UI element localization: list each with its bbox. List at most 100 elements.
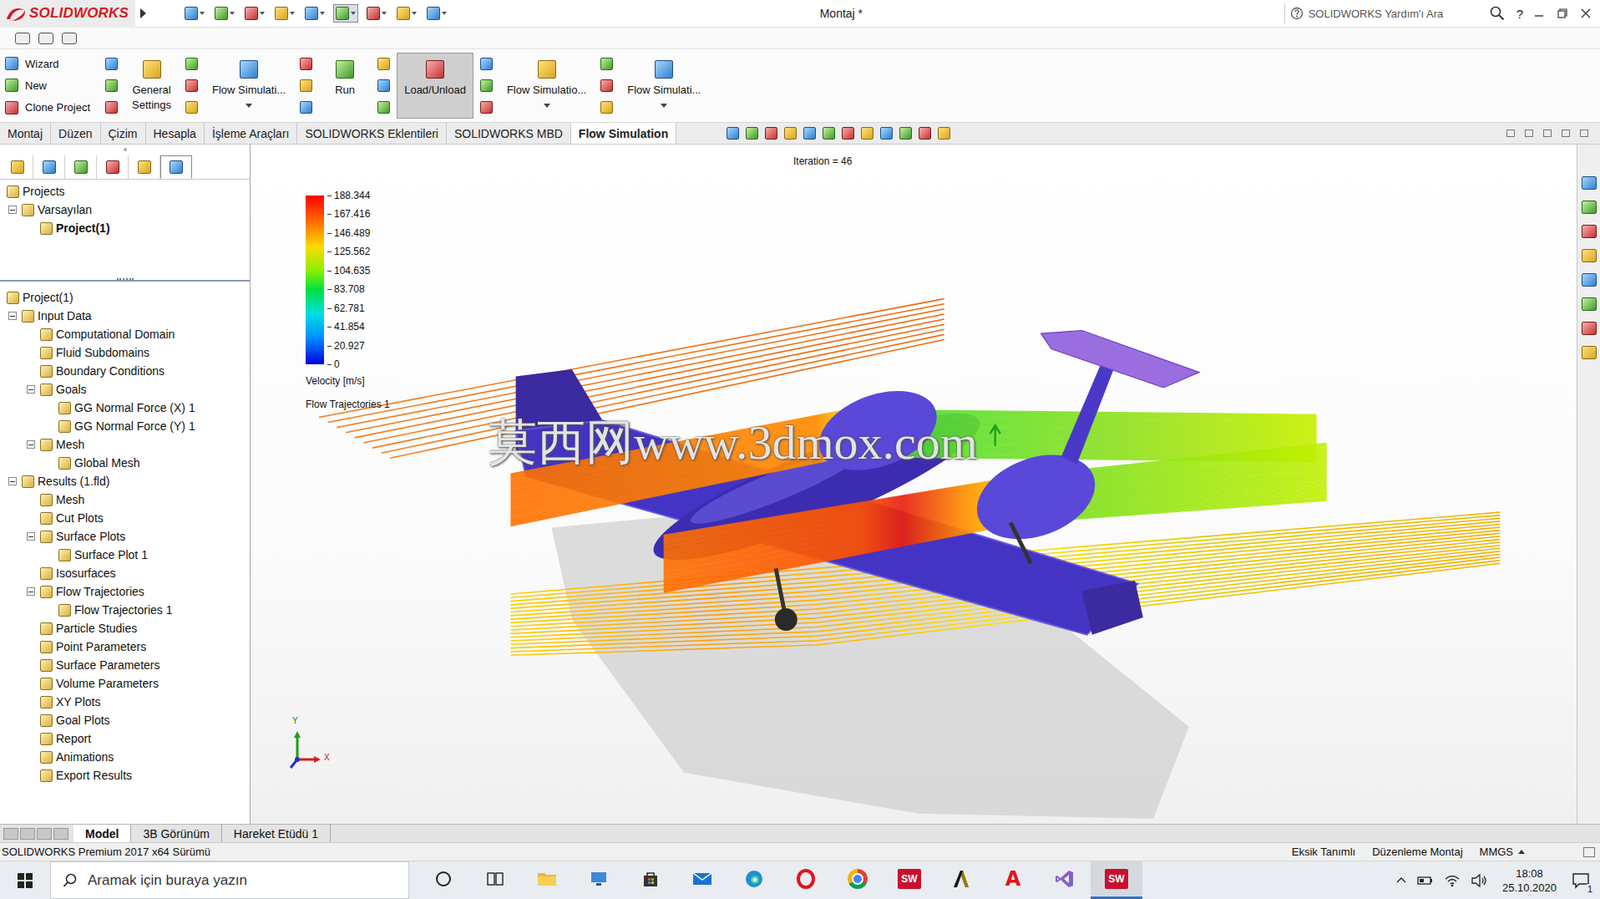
panel-tab[interactable] xyxy=(128,155,161,179)
wifi-icon[interactable] xyxy=(1443,873,1461,887)
ribbon-small-button[interactable]: New xyxy=(5,78,91,92)
tree-item[interactable]: GG Normal Force (Y) 1 xyxy=(0,416,250,436)
tree-item[interactable]: Global Mesh xyxy=(0,453,250,472)
tray-expand-icon[interactable] xyxy=(1395,874,1408,887)
taskbar-app[interactable]: SW xyxy=(883,860,936,899)
status-item[interactable]: Düzenleme Montaj xyxy=(1372,845,1463,858)
dropdown-icon[interactable] xyxy=(245,103,253,108)
quick-tool-button[interactable] xyxy=(425,5,449,22)
view-tool-icon[interactable] xyxy=(918,126,932,140)
tree-item[interactable]: Animations xyxy=(0,747,250,766)
taskbar-app[interactable]: SW xyxy=(1090,860,1143,899)
view-tool-icon[interactable] xyxy=(841,126,855,140)
tree-item[interactable]: Project(1) xyxy=(0,218,250,238)
dropdown-icon[interactable] xyxy=(543,103,551,108)
tree-item[interactable]: Goals xyxy=(0,379,250,399)
ribbon-button[interactable]: Flow Simulati... xyxy=(204,52,294,119)
expand-icon[interactable] xyxy=(26,587,36,596)
quick-tool-button[interactable] xyxy=(212,5,237,22)
ribbon-small-button[interactable]: Clone Project xyxy=(5,101,91,115)
command-icon[interactable] xyxy=(377,79,390,92)
expand-icon[interactable] xyxy=(8,476,17,486)
tab[interactable]: Montaj xyxy=(0,122,51,144)
view-tool-icon[interactable] xyxy=(937,126,951,140)
panel-tab[interactable] xyxy=(160,155,193,179)
panel-tab[interactable] xyxy=(96,155,129,179)
expand-icon[interactable] xyxy=(8,205,17,214)
tree-item[interactable]: Particle Studies xyxy=(0,618,250,638)
tree-item[interactable]: Export Results xyxy=(0,765,250,785)
tab[interactable]: SOLIDWORKS MBD xyxy=(446,122,572,144)
ribbon-button[interactable]: Run xyxy=(318,52,371,119)
task-pane-icon[interactable] xyxy=(1581,200,1597,214)
model-tab[interactable]: 3B Görünüm xyxy=(131,824,222,842)
tab-scroll-icon[interactable] xyxy=(20,827,36,840)
document-control-icon[interactable] xyxy=(1579,129,1589,137)
view-tool-icon[interactable] xyxy=(764,126,778,140)
tree-item[interactable]: Cut Plots xyxy=(0,508,250,527)
taskbar-search[interactable]: Aramak için buraya yazın xyxy=(50,860,410,899)
tree-item[interactable]: Fluid Subdomains xyxy=(0,343,250,362)
tree-splitter[interactable] xyxy=(0,279,250,287)
view-tool-icon[interactable] xyxy=(880,126,893,140)
tab[interactable]: Çizim xyxy=(101,122,147,144)
model-tab[interactable]: Model xyxy=(73,824,132,842)
view-tool-icon[interactable] xyxy=(860,126,874,140)
tab[interactable]: Düzen xyxy=(50,122,101,144)
tree-item[interactable]: Results (1.fld) xyxy=(0,471,250,491)
taskbar-app[interactable] xyxy=(831,860,884,899)
command-icon[interactable] xyxy=(105,101,118,114)
taskbar-app[interactable] xyxy=(624,860,677,899)
command-icon[interactable] xyxy=(185,101,198,114)
taskbar-app[interactable] xyxy=(935,860,988,899)
status-item[interactable]: Eksik Tanımlı xyxy=(1291,845,1356,858)
command-icon[interactable] xyxy=(299,79,313,92)
tree-item[interactable]: Varsayılan xyxy=(0,200,250,219)
tree-item[interactable]: Surface Plot 1 xyxy=(0,545,250,564)
tree-item[interactable]: Point Parameters xyxy=(0,637,250,656)
panel-tab[interactable] xyxy=(65,155,97,179)
tree-item[interactable]: Report xyxy=(0,729,250,748)
ribbon-button[interactable]: Flow Simulati... xyxy=(619,52,709,119)
tree-item[interactable]: Surface Plots xyxy=(0,526,250,546)
tab-scroll-icon[interactable] xyxy=(53,827,69,840)
tree-item[interactable]: Volume Parameters xyxy=(0,673,250,693)
taskbar-app[interactable] xyxy=(728,860,780,899)
expand-icon[interactable] xyxy=(26,531,36,541)
restore-icon[interactable] xyxy=(1556,7,1569,20)
view-tool-icon[interactable] xyxy=(784,126,797,140)
camera-icon[interactable] xyxy=(15,32,31,45)
search-icon[interactable] xyxy=(1489,5,1505,21)
ribbon-small-button[interactable]: Wizard xyxy=(5,56,91,71)
taskbar-app[interactable] xyxy=(676,860,729,899)
windows-start-icon[interactable] xyxy=(16,871,34,889)
command-icon[interactable] xyxy=(185,79,198,92)
tree-item[interactable]: Projects xyxy=(0,182,250,201)
tree-item[interactable]: GG Normal Force (X) 1 xyxy=(0,398,250,417)
quick-tool-button[interactable] xyxy=(243,5,267,22)
panel-tab[interactable] xyxy=(1,155,34,179)
app-logo[interactable]: SOLIDWORKS xyxy=(0,0,136,28)
tree-item[interactable]: Flow Trajectories 1 xyxy=(0,600,250,619)
command-icon[interactable] xyxy=(600,79,613,92)
taskbar-app[interactable] xyxy=(779,860,832,899)
view-tool-icon[interactable] xyxy=(745,126,759,140)
command-icon[interactable] xyxy=(600,101,613,114)
document-control-icon[interactable] xyxy=(1561,129,1570,137)
tree-item[interactable]: Surface Parameters xyxy=(0,655,250,674)
view-tool-icon[interactable] xyxy=(803,126,816,140)
minimize-icon[interactable] xyxy=(1533,7,1545,20)
tab[interactable]: Flow Simulation xyxy=(571,122,677,144)
tree-item[interactable]: Input Data xyxy=(0,306,250,325)
command-icon[interactable] xyxy=(600,57,613,71)
ribbon-button[interactable]: GeneralSettings xyxy=(124,52,179,119)
tab-scroll-icon[interactable] xyxy=(3,827,19,840)
command-icon[interactable] xyxy=(377,101,390,114)
tree-item[interactable]: Mesh xyxy=(0,435,250,454)
help-button[interactable]: ? xyxy=(1516,6,1524,21)
help-search[interactable]: SOLIDWORKS Yardım'ı Ara xyxy=(1284,3,1510,24)
quick-tool-button[interactable] xyxy=(333,4,359,23)
battery-icon[interactable] xyxy=(1417,874,1434,887)
ribbon-button[interactable]: Load/Unload xyxy=(396,52,474,119)
view-tool-icon[interactable] xyxy=(899,126,912,140)
